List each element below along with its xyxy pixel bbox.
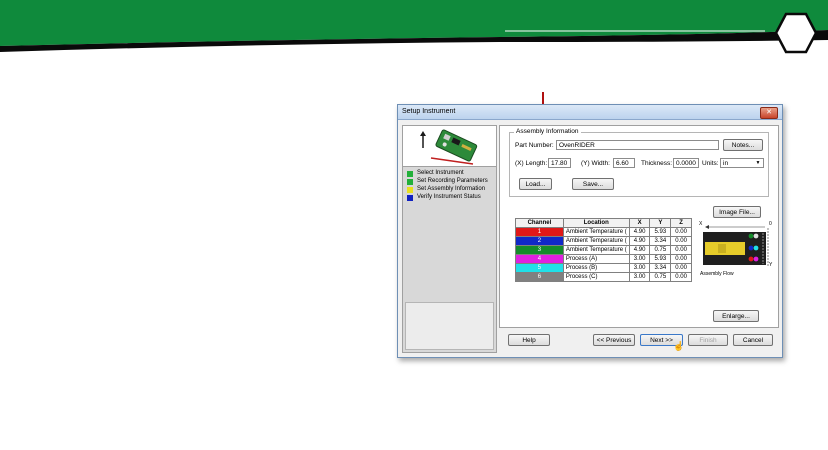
channel-cell[interactable]: 1: [515, 227, 564, 237]
step-label: Set Recording Parameters: [417, 178, 488, 184]
assembly-info-group: Assembly Information Part Number: OvenRI…: [509, 128, 769, 197]
save-button[interactable]: Save...: [572, 178, 614, 190]
units-value: in: [723, 160, 729, 167]
column-header-y[interactable]: Y: [649, 218, 672, 228]
enlarge-button[interactable]: Enlarge...: [713, 310, 759, 322]
group-legend: Assembly Information: [514, 128, 581, 135]
close-icon[interactable]: ✕: [760, 107, 778, 119]
step-status-icon: [407, 195, 413, 201]
dialog-title: Setup Instrument: [402, 108, 456, 115]
column-header-channel[interactable]: Channel: [515, 218, 564, 228]
channel-cell[interactable]: 2: [515, 236, 564, 246]
x-cell[interactable]: 4.90: [628, 227, 651, 237]
x-cell[interactable]: 3.00: [628, 254, 651, 264]
setup-instrument-dialog: Setup Instrument ✕ Select Instrument Set…: [397, 104, 783, 358]
z-cell[interactable]: 0.00: [670, 272, 692, 282]
width-field[interactable]: 6.60: [613, 158, 635, 168]
z-cell[interactable]: 0.00: [670, 263, 692, 273]
dialog-titlebar: Setup Instrument ✕: [398, 105, 782, 120]
table-row[interactable]: 1 Ambient Temperature ( 4.90 5.93 0.00: [515, 227, 692, 237]
channel-cell[interactable]: 4: [515, 254, 564, 264]
units-dropdown[interactable]: in ▼: [720, 158, 764, 168]
notes-button[interactable]: Notes...: [723, 139, 763, 151]
y-cell[interactable]: 0.75: [649, 245, 672, 255]
dialog-button-bar: Help << Previous Next >> Finish Cancel: [499, 329, 777, 351]
length-label: (X) Length:: [515, 160, 548, 167]
hexagon-badge-icon: [775, 12, 817, 54]
x-cell[interactable]: 3.00: [628, 272, 651, 282]
table-row[interactable]: 2 Ambient Temperature ( 4.90 3.34 0.00: [515, 236, 692, 246]
y-cell[interactable]: 3.34: [649, 263, 672, 273]
previous-button[interactable]: << Previous: [593, 334, 635, 346]
step-status-icon: [407, 187, 413, 193]
step-label: Verify Instrument Status: [417, 194, 481, 200]
hand-cursor-icon: ☝: [673, 341, 685, 351]
load-button[interactable]: Load...: [519, 178, 552, 190]
thickness-field[interactable]: 0.0000: [673, 158, 699, 168]
y-cell[interactable]: 3.34: [649, 236, 672, 246]
x-cell[interactable]: 4.90: [628, 236, 651, 246]
location-cell[interactable]: Process (A): [562, 254, 630, 264]
width-label: (Y) Width:: [581, 160, 610, 167]
z-cell[interactable]: 0.00: [670, 227, 692, 237]
part-number-field[interactable]: OvenRIDER: [556, 140, 719, 150]
z-cell[interactable]: 0.00: [670, 245, 692, 255]
location-cell[interactable]: Ambient Temperature (: [562, 245, 630, 255]
y-cell[interactable]: 0.75: [649, 272, 672, 282]
instrument-image: [403, 126, 496, 167]
channel-table: Channel Location X Y Z 1 Ambient Tempera…: [515, 218, 692, 282]
channel-cell[interactable]: 3: [515, 245, 564, 255]
step-status-icon: [407, 179, 413, 185]
length-field[interactable]: 17.80: [548, 158, 571, 168]
step-label: Select Instrument: [417, 170, 464, 176]
assembly-image[interactable]: [701, 224, 771, 270]
units-label: Units:: [702, 160, 719, 167]
instrument-icon: [420, 129, 478, 165]
part-number-label: Part Number:: [515, 142, 554, 149]
location-cell[interactable]: Process (C): [562, 272, 630, 282]
table-row[interactable]: 6 Process (C) 3.00 0.75 0.00: [515, 272, 692, 282]
table-header-row: Channel Location X Y Z: [515, 218, 692, 228]
z-cell[interactable]: 0.00: [670, 254, 692, 264]
location-cell[interactable]: Process (B): [562, 263, 630, 273]
column-header-z[interactable]: Z: [670, 218, 692, 228]
finish-button[interactable]: Finish: [688, 334, 728, 346]
table-row[interactable]: 3 Ambient Temperature ( 4.90 0.75 0.00: [515, 245, 692, 255]
table-row[interactable]: 5 Process (B) 3.00 3.34 0.00: [515, 263, 692, 273]
x-cell[interactable]: 3.00: [628, 263, 651, 273]
step-label: Set Assembly Information: [417, 186, 486, 192]
image-file-button[interactable]: Image File...: [713, 206, 761, 218]
x-cell[interactable]: 4.90: [628, 245, 651, 255]
table-row[interactable]: 4 Process (A) 3.00 5.93 0.00: [515, 254, 692, 264]
info-box: [405, 302, 494, 350]
help-button[interactable]: Help: [508, 334, 550, 346]
location-cell[interactable]: Ambient Temperature (: [562, 236, 630, 246]
assembly-panel: Assembly Information Part Number: OvenRI…: [499, 125, 779, 328]
step-panel: Select Instrument Set Recording Paramete…: [402, 125, 497, 353]
channel-cell[interactable]: 5: [515, 263, 564, 273]
z-cell[interactable]: 0.00: [670, 236, 692, 246]
cancel-button[interactable]: Cancel: [733, 334, 773, 346]
location-cell[interactable]: Ambient Temperature (: [562, 227, 630, 237]
column-header-x[interactable]: X: [628, 218, 651, 228]
y-cell[interactable]: 5.93: [649, 227, 672, 237]
channel-cell[interactable]: 6: [515, 272, 564, 282]
y-cell[interactable]: 5.93: [649, 254, 672, 264]
thickness-label: Thickness:: [641, 160, 673, 167]
assembly-flow-caption: Assembly Flow: [700, 271, 734, 277]
chevron-down-icon: ▼: [755, 160, 761, 166]
column-header-location[interactable]: Location: [562, 218, 630, 228]
top-banner: [0, 0, 828, 52]
step-status-icon: [407, 171, 413, 177]
